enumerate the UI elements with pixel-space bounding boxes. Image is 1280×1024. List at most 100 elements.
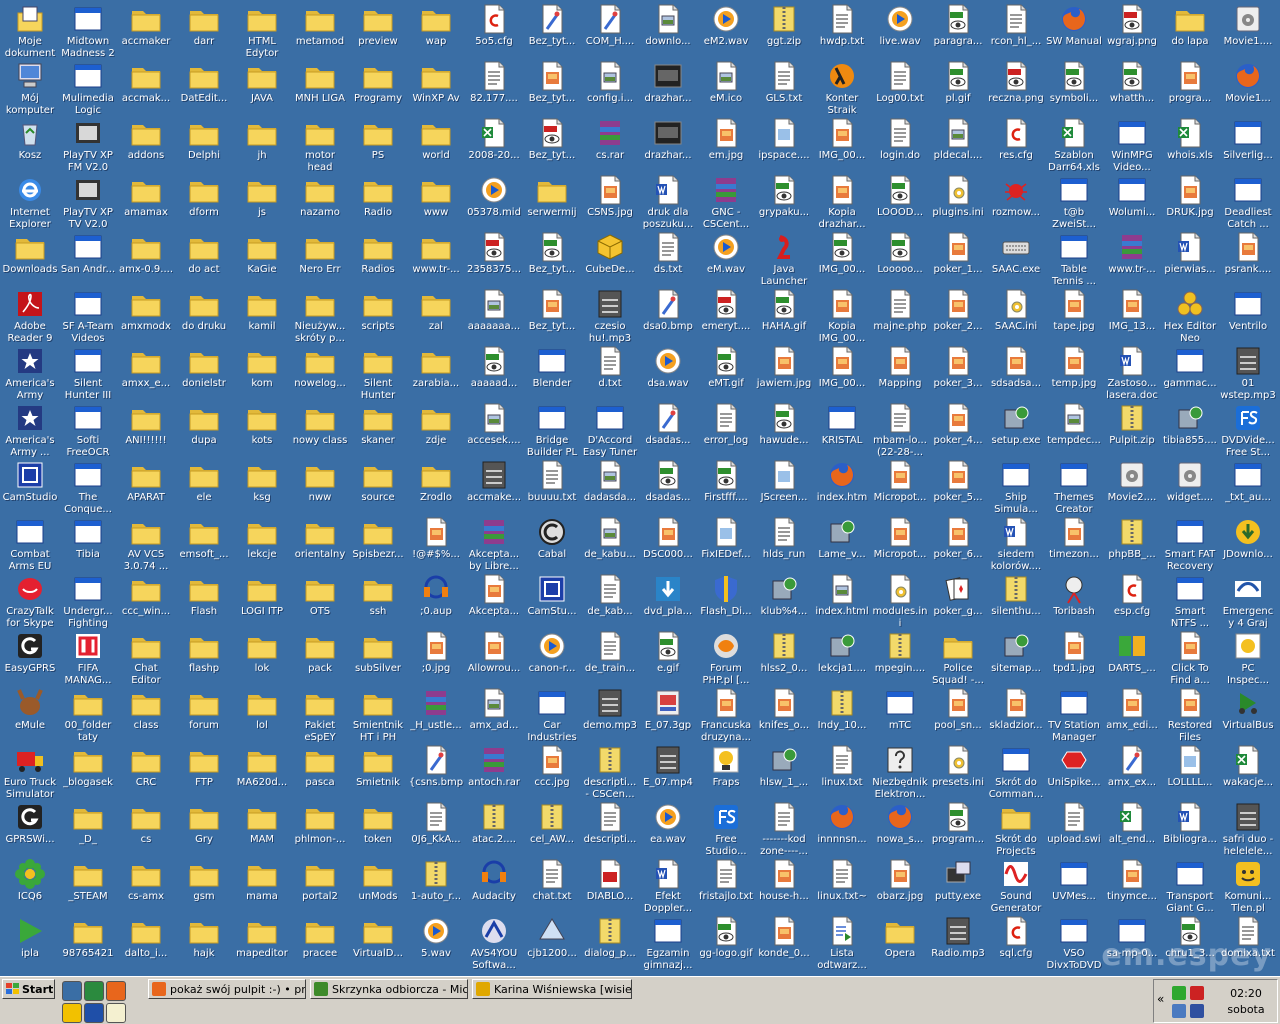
desktop-icon[interactable]: eM2.wav — [697, 1, 755, 58]
desktop-icon[interactable]: preview — [349, 1, 407, 58]
desktop-icon[interactable]: Śmietnik — [349, 742, 407, 799]
desktop-icon[interactable]: Ship Simula... — [987, 457, 1045, 514]
desktop-icon[interactable]: APARAT — [117, 457, 175, 514]
desktop-icon[interactable]: dupa — [175, 400, 233, 457]
desktop-icon[interactable]: skladzior... — [987, 685, 1045, 742]
desktop-icon[interactable]: MNH LIGA — [291, 58, 349, 115]
desktop-icon[interactable]: WinXP Av — [407, 58, 465, 115]
desktop-icon[interactable]: tibia855.... — [1161, 400, 1219, 457]
desktop-icon[interactable]: lekcje — [233, 514, 291, 571]
desktop-icon[interactable]: Movie1.... — [1219, 1, 1277, 58]
desktop-icon[interactable]: zarabia... — [407, 343, 465, 400]
desktop-icon[interactable]: addons — [117, 115, 175, 172]
desktop-icon[interactable]: t@b ZweiSt... — [1045, 172, 1103, 229]
desktop-icon[interactable]: Kopia IMG_00... — [813, 286, 871, 343]
desktop-icon[interactable]: de_kabu... — [581, 514, 639, 571]
desktop-icon[interactable]: ssh — [349, 571, 407, 628]
desktop-icon[interactable]: KRISTAL — [813, 400, 871, 457]
desktop-icon[interactable]: aaaaad... — [465, 343, 523, 400]
desktop-icon[interactable]: buuuu.txt — [523, 457, 581, 514]
desktop-icon[interactable]: Flash_Di... — [697, 571, 755, 628]
desktop-icon[interactable]: accmak... — [117, 58, 175, 115]
desktop-icon[interactable]: Cabal — [523, 514, 581, 571]
desktop-icon[interactable]: AV VCS 3.0.74 ... — [117, 514, 175, 571]
desktop-icon[interactable]: flashp — [175, 628, 233, 685]
desktop-icon[interactable]: Allowrou... — [465, 628, 523, 685]
desktop-icon[interactable]: DARTS_... — [1103, 628, 1161, 685]
desktop-icon[interactable]: Free Studio... — [697, 799, 755, 856]
desktop-icon[interactable]: nowa_s... — [871, 799, 929, 856]
desktop-icon[interactable]: Movie2.... — [1103, 457, 1161, 514]
desktop-icon[interactable]: dsadas... — [639, 457, 697, 514]
desktop-icon[interactable]: Tibia — [59, 514, 117, 571]
desktop-icon[interactable]: eMule — [1, 685, 59, 742]
desktop-icon[interactable]: FixIEDef... — [697, 514, 755, 571]
desktop-icon[interactable]: Moje dokumenty — [1, 1, 59, 58]
desktop-icon[interactable]: AVS4YOU Softwa... — [465, 913, 523, 970]
desktop-icon[interactable]: 05378.mid — [465, 172, 523, 229]
desktop-icon[interactable]: dsadas... — [639, 400, 697, 457]
desktop-icon[interactable]: 5.wav — [407, 913, 465, 970]
desktop-icon[interactable]: Euro Truck Simulator — [1, 742, 59, 799]
desktop-icon[interactable]: -------kod zone----... — [755, 799, 813, 856]
desktop-icon[interactable]: e.gif — [639, 628, 697, 685]
desktop-icon[interactable]: demo.mp3 — [581, 685, 639, 742]
desktop-icon[interactable]: IMG_00... — [813, 343, 871, 400]
desktop-icon[interactable]: DRUK.jpg — [1161, 172, 1219, 229]
desktop-icon[interactable]: whois.xls — [1161, 115, 1219, 172]
desktop-icon[interactable]: 2008-20... — [465, 115, 523, 172]
task-button[interactable]: Karina Wiśniewska [wisie... — [472, 979, 632, 999]
desktop-icon[interactable]: do druku — [175, 286, 233, 343]
desktop-icon[interactable]: !@#$%... — [407, 514, 465, 571]
desktop-icon[interactable]: poker_2... — [929, 286, 987, 343]
desktop-icon[interactable]: accmake... — [465, 457, 523, 514]
desktop-icon[interactable]: Lista odtwarz... — [813, 913, 871, 970]
desktop-icon[interactable]: America's Army — [1, 343, 59, 400]
desktop-icon[interactable]: js — [233, 172, 291, 229]
desktop-icon[interactable]: metamod — [291, 1, 349, 58]
desktop-icon[interactable]: IMG_00... — [813, 115, 871, 172]
desktop-icon[interactable]: America's Army ... — [1, 400, 59, 457]
desktop-icon[interactable]: Francuska druzyna... — [697, 685, 755, 742]
desktop-icon[interactable]: pl.gif — [929, 58, 987, 115]
desktop-icon[interactable]: dvd_pla... — [639, 571, 697, 628]
desktop-icon[interactable]: Radio — [349, 172, 407, 229]
desktop-icon[interactable]: ;0.jpg — [407, 628, 465, 685]
desktop-icon[interactable]: portal2 — [291, 856, 349, 913]
desktop-icon[interactable]: innnnsn... — [813, 799, 871, 856]
desktop-icon[interactable]: Konter Straik — [813, 58, 871, 115]
desktop-icon[interactable]: Bez_tyt... — [523, 1, 581, 58]
desktop-icon[interactable]: Silent Hunter — [349, 343, 407, 400]
desktop-icon[interactable]: PS — [349, 115, 407, 172]
desktop-icon[interactable]: Toribash — [1045, 571, 1103, 628]
desktop-icon[interactable]: LOLLLL... — [1161, 742, 1219, 799]
desktop-icon[interactable]: nazamo — [291, 172, 349, 229]
desktop-icon[interactable]: dsa0.bmp — [639, 286, 697, 343]
desktop-icon[interactable]: nowy class — [291, 400, 349, 457]
desktop-icon[interactable]: serwermij — [523, 172, 581, 229]
desktop-icon[interactable]: Looooo... — [871, 229, 929, 286]
desktop-icon[interactable]: pldecal.... — [929, 115, 987, 172]
desktop-icon[interactable]: index.htm — [813, 457, 871, 514]
desktop-icon[interactable]: Java Launcher — [755, 229, 813, 286]
desktop-icon[interactable]: Table Tennis ... — [1045, 229, 1103, 286]
desktop-icon[interactable]: LOGI ITP — [233, 571, 291, 628]
desktop-icon[interactable]: Bibliogra... — [1161, 799, 1219, 856]
desktop-icon[interactable]: WinMPG Video... — [1103, 115, 1161, 172]
desktop-icon[interactable]: E_07.3gp — [639, 685, 697, 742]
desktop-icon[interactable]: Akcepta... — [465, 571, 523, 628]
desktop-icon[interactable]: pack — [291, 628, 349, 685]
gg-tray-icon[interactable] — [1172, 986, 1186, 1000]
desktop-icon[interactable]: phlmon-... — [291, 799, 349, 856]
desktop-icon[interactable]: poker_4... — [929, 400, 987, 457]
desktop-icon[interactable]: de_kab... — [581, 571, 639, 628]
desktop-icon[interactable]: IMG_00... — [813, 229, 871, 286]
desktop-icon[interactable]: CSNS.jpg — [581, 172, 639, 229]
desktop-icon[interactable]: czesio hu!.mp3 — [581, 286, 639, 343]
desktop-icon[interactable]: SW Manual — [1045, 1, 1103, 58]
desktop-icon[interactable]: hwdp.txt — [813, 1, 871, 58]
desktop-icon[interactable]: Sound Generator — [987, 856, 1045, 913]
clock[interactable]: 02:20 sobota — [1216, 986, 1276, 1018]
desktop-icon[interactable]: program... — [929, 799, 987, 856]
desktop-icon[interactable]: darr — [175, 1, 233, 58]
